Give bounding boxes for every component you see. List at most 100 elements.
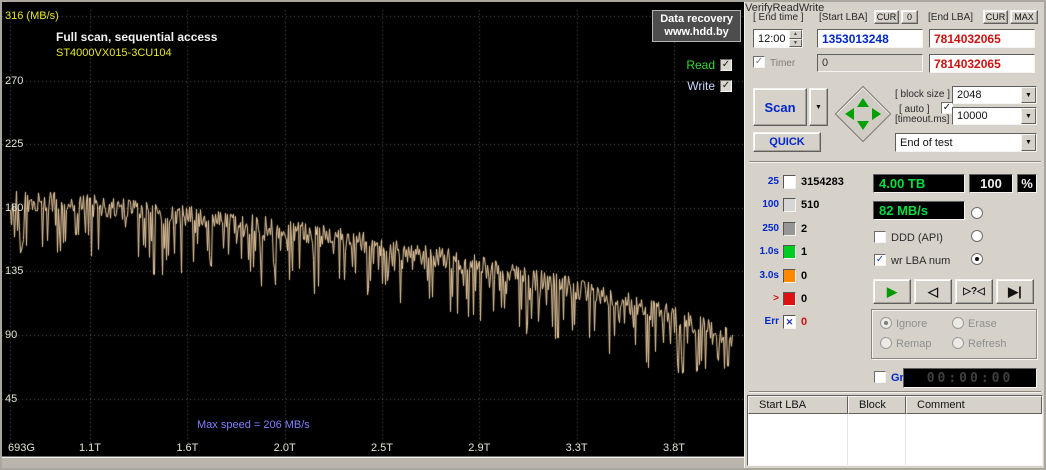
- speed-display: 82 MB/s: [873, 201, 965, 220]
- mode-radio-write[interactable]: [971, 253, 983, 265]
- legend-read-checkbox[interactable]: ✓: [720, 58, 732, 71]
- dropdown-arrow-icon[interactable]: ▼: [1021, 108, 1036, 124]
- block-size-value: 2048: [957, 89, 982, 101]
- ddd-api-label: DDD (API): [891, 232, 943, 244]
- nav-up-button[interactable]: [857, 98, 869, 107]
- scan-progress-strip: [2, 456, 744, 468]
- start-lba-zero-button[interactable]: 0: [901, 10, 918, 24]
- scan-dropdown-button[interactable]: ▼: [809, 88, 828, 126]
- step-back-button[interactable]: ◁: [914, 279, 952, 304]
- speed-bin-count: 3154283: [801, 176, 844, 188]
- timeout-combo[interactable]: 10000 ▼: [952, 107, 1037, 125]
- wr-lba-label: wr LBA num: [891, 255, 951, 267]
- start-lba-field[interactable]: 1353013248: [817, 29, 923, 48]
- defect-table: Start LBA Block Comment: [747, 395, 1043, 466]
- nav-left-button[interactable]: [845, 108, 854, 120]
- end-lba-total-field[interactable]: 7814032065: [929, 54, 1035, 73]
- spin-up-icon[interactable]: ▲: [789, 30, 802, 39]
- quick-button[interactable]: QUICK: [753, 132, 821, 152]
- scan-button[interactable]: Scan: [753, 88, 807, 126]
- end-lba-cur-button[interactable]: CUR: [983, 10, 1008, 24]
- end-lba-field[interactable]: 7814032065: [929, 29, 1035, 48]
- column-header-start-lba[interactable]: Start LBA: [748, 396, 848, 414]
- block-size-label: [ block size ]: [895, 89, 951, 100]
- nav-right-button[interactable]: [872, 108, 881, 120]
- error-action-radio-remap[interactable]: [880, 337, 892, 349]
- divider: [749, 161, 1041, 163]
- ddd-api-checkbox[interactable]: [874, 231, 886, 243]
- speed-bin-label: 3.0s: [759, 270, 779, 281]
- random-button[interactable]: ▷?◁: [955, 279, 993, 304]
- chart-title: Full scan, sequential access: [56, 30, 218, 44]
- x-axis-label: 1.1T: [78, 442, 102, 454]
- speed-bin-count: 510: [801, 199, 820, 211]
- dropdown-arrow-icon[interactable]: ▼: [1021, 87, 1036, 103]
- nav-down-button[interactable]: [857, 121, 869, 130]
- chart-legend: Read ✓ Write ✓: [686, 54, 732, 96]
- error-action-radio-ignore[interactable]: [880, 317, 892, 329]
- speed-bin-label: Err: [764, 316, 779, 327]
- speed-bin-count: 0: [801, 293, 808, 305]
- skip-end-button[interactable]: ▶|: [996, 279, 1034, 304]
- y-axis-label: 316 (MB/s): [5, 10, 59, 22]
- percent-sign-display: %: [1017, 174, 1037, 193]
- x-axis-label: 2.0T: [273, 442, 296, 454]
- speed-bin-box: [783, 269, 796, 283]
- end-action-value: End of test: [900, 136, 953, 149]
- percent-display: 100: [969, 174, 1013, 193]
- error-action-label-refresh: Refresh: [968, 338, 1007, 350]
- mode-radio-verify[interactable]: [971, 207, 983, 219]
- legend-label: Write: [687, 78, 715, 93]
- drive-model-label: ST4000VX015-3CU104: [56, 47, 172, 59]
- error-action-label-erase: Erase: [968, 318, 997, 330]
- speed-bin-count: 1: [801, 246, 808, 258]
- start-button[interactable]: ▶: [873, 279, 911, 304]
- y-axis-label: 225: [5, 138, 24, 151]
- speed-bin-label: >: [773, 293, 779, 304]
- watermark: Data recovery www.hdd.by: [652, 10, 741, 42]
- elapsed-time-clock: 00:00:00: [903, 368, 1037, 388]
- start-lba-cur-button[interactable]: CUR: [874, 10, 899, 24]
- mode-label-write: Write: [798, 2, 825, 14]
- error-action-radio-refresh[interactable]: [952, 337, 964, 349]
- error-action-group: Ignore Erase Remap Refresh: [871, 309, 1037, 359]
- start-lba-label: [Start LBA]: [819, 12, 868, 23]
- speed-bin-box: [783, 245, 796, 259]
- error-action-label-ignore: Ignore: [896, 318, 928, 330]
- column-divider: [905, 414, 906, 465]
- error-action-radio-erase[interactable]: [952, 317, 964, 329]
- speed-bin-label: 100: [762, 199, 779, 210]
- error-action-label-remap: Remap: [896, 338, 932, 350]
- speed-chart: Full scan, sequential access ST4000VX015…: [2, 2, 744, 456]
- spin-down-icon[interactable]: ▼: [789, 38, 802, 47]
- mode-label-read: Read: [772, 2, 799, 14]
- y-axis-label: 90: [5, 329, 18, 341]
- mode-radio-read[interactable]: [971, 230, 983, 242]
- grid-checkbox[interactable]: [874, 371, 886, 383]
- legend-write-checkbox[interactable]: ✓: [720, 79, 732, 92]
- end-action-combo[interactable]: End of test ▼: [895, 133, 1037, 152]
- legend-label: Read: [686, 57, 715, 72]
- speed-bin-box: [783, 175, 796, 189]
- dropdown-arrow-icon[interactable]: ▼: [1021, 134, 1036, 151]
- end-time-spinner[interactable]: 12:00 ▲ ▼: [753, 29, 803, 48]
- defect-table-body[interactable]: [748, 414, 1042, 465]
- y-axis-label: 135: [5, 265, 24, 278]
- timer-checkbox[interactable]: ✓: [753, 56, 765, 68]
- speed-bin-box: [783, 292, 796, 306]
- x-axis-label: 1.6T: [176, 442, 199, 454]
- nav-pad: [834, 85, 892, 143]
- timer-field[interactable]: 0: [817, 54, 923, 72]
- timer-label: Timer: [770, 58, 796, 69]
- speed-bin-count: 2: [801, 223, 808, 235]
- divider: [749, 391, 1041, 393]
- block-size-combo[interactable]: 2048 ▼: [952, 86, 1037, 104]
- speed-bin-label: 250: [762, 223, 779, 234]
- wr-lba-checkbox[interactable]: ✓: [874, 254, 886, 266]
- end-lba-max-button[interactable]: MAX: [1010, 10, 1038, 24]
- max-speed-note: Max speed = 206 MB/s: [197, 419, 310, 431]
- chart-canvas: [2, 2, 744, 456]
- speed-bin-label: 1.0s: [759, 246, 779, 257]
- column-header-comment[interactable]: Comment: [906, 396, 1042, 414]
- column-header-block[interactable]: Block: [848, 396, 906, 414]
